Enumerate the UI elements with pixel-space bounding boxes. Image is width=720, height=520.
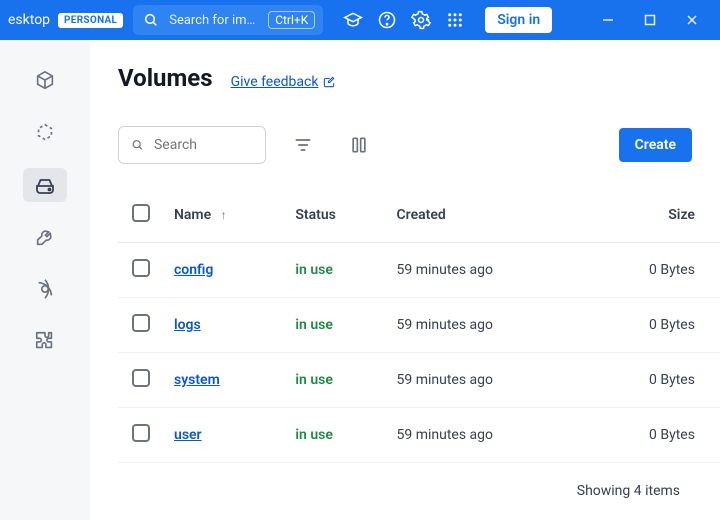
feedback-link[interactable]: Give feedback	[231, 74, 337, 90]
window-controls	[594, 6, 712, 34]
table-row: logs in use 59 minutes ago0 Bytes	[118, 298, 720, 353]
sidebar-item-volumes[interactable]	[23, 168, 67, 202]
page-header: Volumes Give feedback	[118, 64, 720, 92]
columns-icon	[349, 135, 369, 155]
sidebar	[0, 40, 90, 520]
table-search-input[interactable]	[154, 137, 253, 153]
col-header-size[interactable]: Size	[581, 188, 720, 243]
window-close[interactable]	[678, 6, 706, 34]
table-row: config in use 59 minutes ago0 Bytes	[118, 243, 720, 298]
learning-icon[interactable]	[343, 10, 363, 30]
sidebar-item-extensions[interactable]	[23, 324, 67, 358]
table-search[interactable]	[118, 126, 266, 164]
row-checkbox[interactable]	[132, 369, 150, 387]
page-title: Volumes	[118, 64, 213, 92]
columns-button[interactable]	[340, 126, 378, 164]
volume-created: 59 minutes ago	[387, 298, 582, 353]
global-search-placeholder: Search for im…	[169, 13, 260, 28]
sidebar-item-containers[interactable]	[23, 64, 67, 98]
main-content: Volumes Give feedback Create	[90, 40, 720, 520]
shortcut-hint: Ctrl+K	[268, 11, 315, 29]
table-row: system in use 59 minutes ago0 Bytes	[118, 353, 720, 408]
col-header-status[interactable]: Status	[285, 188, 386, 243]
volume-created: 59 minutes ago	[387, 243, 582, 298]
select-all-checkbox[interactable]	[132, 204, 150, 222]
row-checkbox[interactable]	[132, 424, 150, 442]
sidebar-item-images[interactable]	[23, 116, 67, 150]
app-name-fragment: esktop	[8, 12, 50, 28]
volume-status: in use	[295, 317, 332, 333]
col-header-name[interactable]: Name ↑	[164, 188, 285, 243]
sidebar-item-dev-environments[interactable]	[23, 272, 67, 306]
window-maximize[interactable]	[636, 6, 664, 34]
help-icon[interactable]	[377, 10, 397, 30]
volume-name-link[interactable]: user	[174, 427, 202, 443]
search-icon	[141, 10, 161, 30]
apps-grid-icon[interactable]	[445, 10, 465, 30]
plan-badge: PERSONAL	[58, 13, 123, 28]
table-row: user in use 59 minutes ago0 Bytes	[118, 408, 720, 463]
search-icon	[131, 137, 144, 153]
volume-name-link[interactable]: logs	[174, 317, 201, 333]
row-checkbox[interactable]	[132, 314, 150, 332]
col-header-created[interactable]: Created	[387, 188, 582, 243]
table-footer-count: Showing 4 items	[118, 463, 720, 499]
volume-status: in use	[295, 427, 332, 443]
volume-status: in use	[295, 262, 332, 278]
volume-size: 0 Bytes	[581, 243, 720, 298]
table-header-row: Name ↑ Status Created Size Sch	[118, 188, 720, 243]
global-search[interactable]: Search for im… Ctrl+K	[133, 5, 323, 35]
window-minimize[interactable]	[594, 6, 622, 34]
settings-icon[interactable]	[411, 10, 431, 30]
app-shell: Volumes Give feedback Create	[0, 40, 720, 520]
titlebar: esktop PERSONAL Search for im… Ctrl+K Si…	[0, 0, 720, 40]
create-button[interactable]: Create	[619, 128, 692, 162]
titlebar-left: esktop PERSONAL	[8, 12, 123, 28]
feedback-icon	[322, 75, 336, 89]
volume-size: 0 Bytes	[581, 408, 720, 463]
col-header-select	[118, 188, 164, 243]
feedback-link-label: Give feedback	[231, 74, 319, 90]
titlebar-actions: Sign in	[343, 7, 552, 33]
volume-name-link[interactable]: system	[174, 372, 220, 388]
toolbar: Create	[118, 126, 720, 164]
filter-icon	[293, 135, 313, 155]
row-checkbox[interactable]	[132, 259, 150, 277]
signin-button[interactable]: Sign in	[485, 7, 552, 33]
volume-created: 59 minutes ago	[387, 353, 582, 408]
volumes-table-wrap: Name ↑ Status Created Size Sch config in …	[118, 188, 720, 499]
volume-name-link[interactable]: config	[174, 262, 213, 278]
filter-button[interactable]	[284, 126, 322, 164]
volume-size: 0 Bytes	[581, 353, 720, 408]
sidebar-item-builds[interactable]	[23, 220, 67, 254]
volume-created: 59 minutes ago	[387, 408, 582, 463]
volumes-table: Name ↑ Status Created Size Sch config in …	[118, 188, 720, 463]
sort-arrow-icon: ↑	[221, 208, 227, 222]
volume-status: in use	[295, 372, 332, 388]
volume-size: 0 Bytes	[581, 298, 720, 353]
